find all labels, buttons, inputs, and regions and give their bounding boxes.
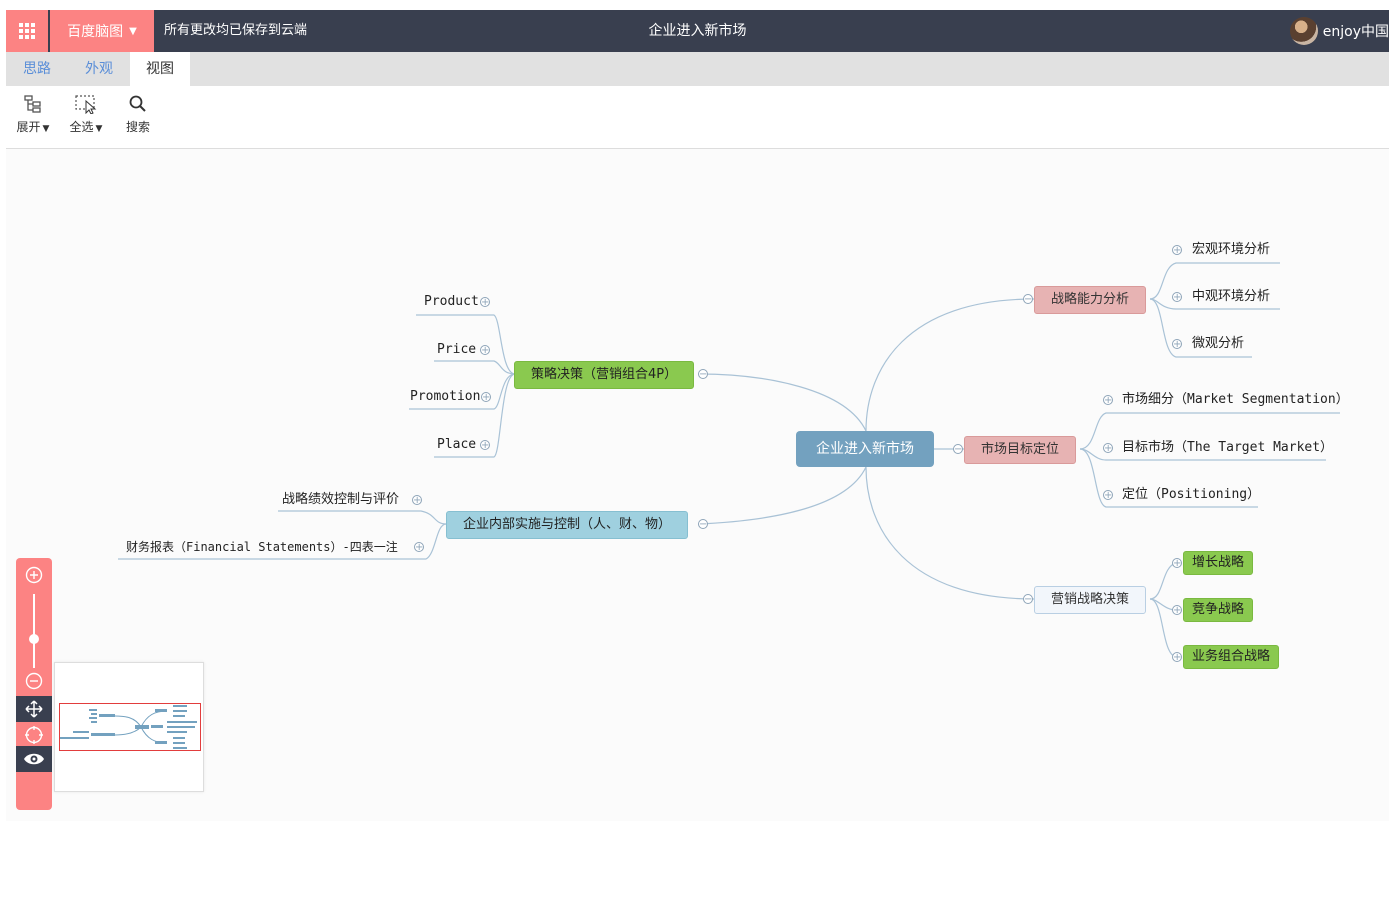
minimap[interactable] <box>54 662 204 792</box>
search-button[interactable]: 搜索 <box>113 90 163 142</box>
select-cursor-icon <box>75 95 97 114</box>
leaf-macro-analysis[interactable]: 宏观环境分析 <box>1192 239 1270 261</box>
leaf-competition-strategy[interactable]: 竞争战略 <box>1183 598 1254 622</box>
toolbar: 展开 ▼ 全选 ▼ 搜索 <box>6 86 1389 149</box>
zoom-out-icon <box>25 672 43 690</box>
expand-icon[interactable]: + <box>480 345 490 356</box>
node-internal-control[interactable]: 企业内部实施与控制（人、财、物） <box>446 511 689 539</box>
zoom-slider[interactable] <box>33 594 35 668</box>
leaf-target-market[interactable]: 目标市场（The Target Market） <box>1122 437 1333 459</box>
mind-map-canvas[interactable]: 企业进入新市场 策略决策（营销组合4P） − Product + Price +… <box>6 149 1389 821</box>
tree-expand-icon <box>24 95 41 113</box>
expand-icon[interactable]: + <box>1103 490 1113 501</box>
node-market-positioning[interactable]: 市场目标定位 <box>964 436 1077 464</box>
collapse-icon[interactable]: − <box>698 519 708 530</box>
expand-icon[interactable]: + <box>1103 443 1113 454</box>
expand-icon[interactable]: + <box>480 440 490 451</box>
leaf-portfolio-strategy[interactable]: 业务组合战略 <box>1183 645 1280 669</box>
expand-icon[interactable]: + <box>1172 558 1182 569</box>
leaf-meso-analysis[interactable]: 中观环境分析 <box>1192 286 1270 308</box>
leaf-financial-statements[interactable]: 财务报表（Financial Statements）-四表一注 <box>126 536 398 558</box>
search-label: 搜索 <box>125 120 150 134</box>
node-capability-analysis[interactable]: 战略能力分析 <box>1034 286 1147 314</box>
mind-map-app: 百度脑图 ▼ 所有更改均已保存到云端 企业进入新市场 enjoy中国 思路 外观… <box>6 10 1389 821</box>
minimap-viewport[interactable] <box>59 703 201 751</box>
root-node[interactable]: 企业进入新市场 <box>796 431 934 467</box>
collapse-icon[interactable]: − <box>1023 594 1033 605</box>
tab-bar: 思路 外观 视图 <box>6 52 1389 86</box>
leaf-promotion[interactable]: Promotion <box>410 386 480 408</box>
expand-icon[interactable]: + <box>1172 605 1182 616</box>
avatar[interactable] <box>1289 17 1318 45</box>
expand-icon[interactable]: + <box>414 542 424 553</box>
search-icon <box>129 95 146 112</box>
node-strategy-4p[interactable]: 策略决策（营销组合4P） <box>514 361 695 389</box>
chevron-down-icon: ▼ <box>95 124 103 134</box>
expand-icon[interactable]: + <box>1172 652 1182 663</box>
collapse-icon[interactable]: − <box>1023 294 1033 305</box>
expand-icon[interactable]: + <box>480 297 490 308</box>
locate-icon <box>25 726 43 744</box>
zoom-out-button[interactable] <box>16 668 52 694</box>
user-name: enjoy中国 <box>1322 24 1389 40</box>
expand-label: 展开 <box>16 120 41 134</box>
expand-icon[interactable]: + <box>1172 245 1182 256</box>
leaf-place[interactable]: Place <box>437 434 476 456</box>
expand-button[interactable]: 展开 ▼ <box>8 90 58 142</box>
collapse-icon[interactable]: − <box>698 369 708 380</box>
leaf-product[interactable]: Product <box>424 291 479 313</box>
leaf-micro-analysis[interactable]: 微观分析 <box>1192 333 1244 355</box>
zoom-in-button[interactable] <box>16 562 52 588</box>
top-bar: 百度脑图 ▼ 所有更改均已保存到云端 企业进入新市场 enjoy中国 <box>6 10 1389 52</box>
leaf-growth-strategy[interactable]: 增长战略 <box>1183 551 1254 575</box>
leaf-performance-control[interactable]: 战略绩效控制与评价 <box>282 489 399 511</box>
user-menu[interactable]: enjoy中国 <box>1289 16 1389 46</box>
expand-icon[interactable]: + <box>412 495 422 506</box>
tab-view[interactable]: 视图 <box>130 52 190 86</box>
move-icon <box>25 700 43 718</box>
expand-icon[interactable]: + <box>1172 339 1182 350</box>
eye-icon <box>24 753 44 765</box>
view-button[interactable] <box>16 746 52 772</box>
zoom-panel <box>16 558 52 810</box>
leaf-price[interactable]: Price <box>437 339 476 361</box>
chevron-down-icon: ▼ <box>42 124 50 134</box>
select-all-label: 全选 <box>69 120 94 134</box>
expand-icon[interactable]: + <box>481 392 491 403</box>
collapse-icon[interactable]: − <box>953 444 963 455</box>
move-button[interactable] <box>16 696 52 722</box>
select-all-button[interactable]: 全选 ▼ <box>61 90 111 142</box>
leaf-positioning[interactable]: 定位（Positioning） <box>1122 484 1260 506</box>
leaf-market-segmentation[interactable]: 市场细分（Market Segmentation） <box>1122 389 1349 411</box>
zoom-slider-handle[interactable] <box>29 634 39 644</box>
zoom-in-icon <box>25 566 43 584</box>
node-marketing-strategy[interactable]: 营销战略决策 <box>1034 586 1147 614</box>
expand-icon[interactable]: + <box>1103 395 1113 406</box>
document-title: 企业进入新市场 <box>648 23 747 39</box>
locate-button[interactable] <box>16 722 52 748</box>
expand-icon[interactable]: + <box>1172 292 1182 303</box>
tab-appearance[interactable]: 外观 <box>68 52 130 86</box>
tab-idea[interactable]: 思路 <box>6 52 68 86</box>
